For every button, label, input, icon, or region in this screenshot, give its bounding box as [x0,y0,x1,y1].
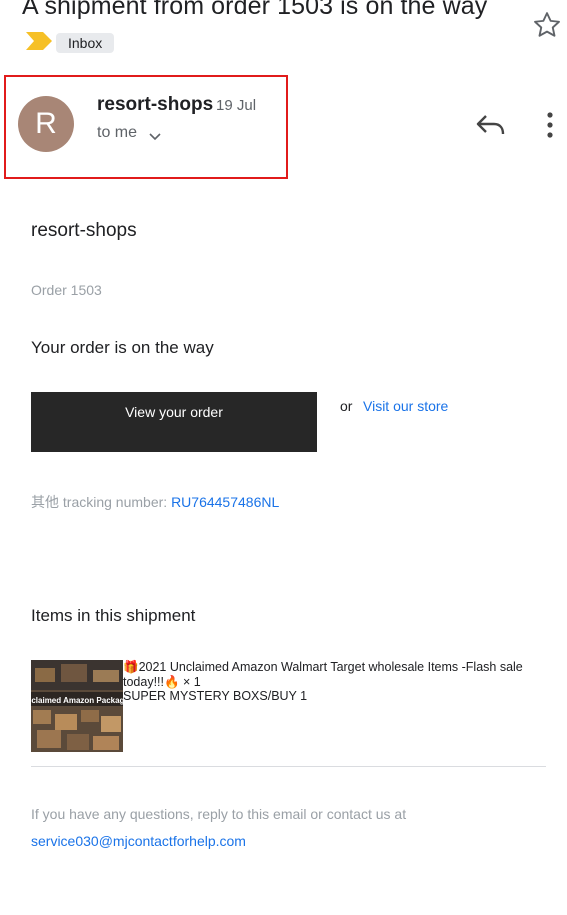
divider [31,766,546,767]
order-number: Order 1503 [31,282,102,298]
view-order-button[interactable]: View your order [31,392,317,452]
order-status-headline: Your order is on the way [31,338,214,357]
item-variant: SUPER MYSTERY BOXS/BUY 1 [123,689,308,703]
visit-store-link[interactable]: Visit our store [363,398,448,414]
sender-name: resort-shops [97,94,214,115]
footer-question: If you have any questions, reply to this… [31,806,407,822]
item-title: 🎁2021 Unclaimed Amazon Walmart Target wh… [123,660,523,689]
sender-avatar[interactable]: R [18,96,74,152]
email-subject: A shipment from order 1503 is on the way [22,0,488,20]
item-description[interactable]: 🎁2021 Unclaimed Amazon Walmart Target wh… [123,660,533,704]
star-icon[interactable] [532,10,562,40]
more-options-icon[interactable] [540,110,560,140]
tracking-info: 其他 tracking number: RU764457486NL [31,492,279,512]
tracking-number-link[interactable]: RU764457486NL [171,494,279,510]
contact-email-link[interactable]: service030@mjcontactforhelp.com [31,833,246,849]
email-date: 19 Jul [216,97,257,114]
chevron-down-icon[interactable] [147,128,163,144]
shop-name: resort-shops [31,220,137,241]
thumbnail-caption: Unclaimed Amazon Packages [31,696,123,705]
item-thumbnail[interactable]: Unclaimed Amazon Packages [31,660,123,752]
or-text: or [340,398,353,414]
items-section-title: Items in this shipment [31,606,196,625]
tracking-label: 其他 tracking number: [31,494,172,510]
recipient-label[interactable]: to me [97,124,137,142]
inbox-label-chip[interactable]: Inbox [56,33,115,53]
importance-marker-icon [26,32,52,50]
reply-icon[interactable] [474,110,508,140]
